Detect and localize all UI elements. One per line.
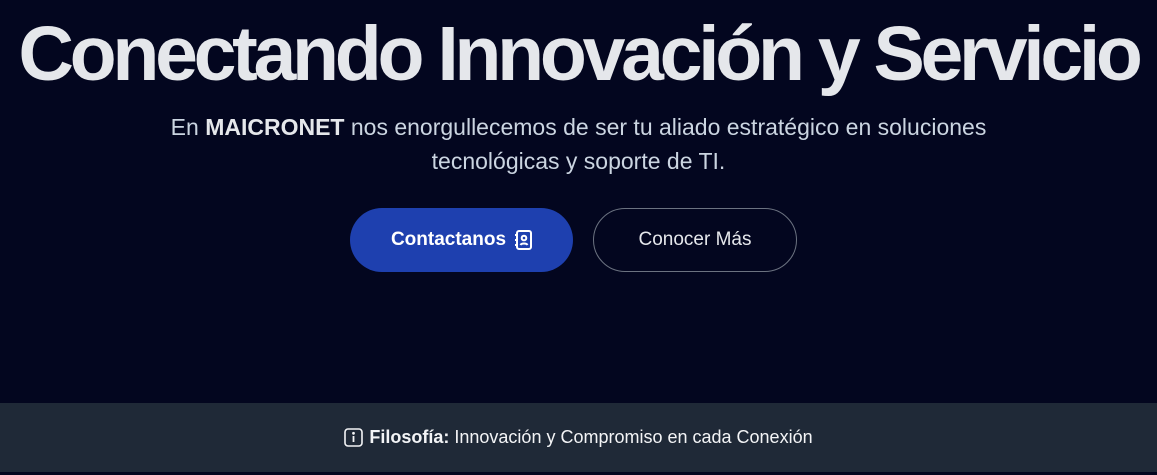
- info-icon: [344, 428, 364, 447]
- philosophy-text: Innovación y Compromiso en cada Conexión: [454, 427, 813, 447]
- subtitle-line2: tecnológicas y soporte de TI.: [431, 148, 726, 174]
- brand-name: MAICRONET: [205, 114, 345, 140]
- subtitle-line1: nos enorgullecemos de ser tu aliado estr…: [350, 114, 987, 140]
- learn-more-button[interactable]: Conocer Más: [593, 208, 797, 272]
- learn-more-label: Conocer Más: [638, 229, 752, 250]
- hero-subtitle: En MAICRONET nos enorgullecemos de ser t…: [100, 110, 1057, 178]
- address-book-icon: [515, 230, 533, 250]
- subtitle-prefix: En: [170, 114, 199, 140]
- contact-button-label: Contactanos: [390, 229, 507, 250]
- philosophy-label: Filosofía:: [369, 427, 450, 447]
- hero-title-wrap: Conectando Innovación y Servicio: [0, 6, 1157, 102]
- hero-title: Conectando Innovación y Servicio: [18, 11, 1143, 97]
- contact-button[interactable]: Contactanos: [350, 208, 573, 272]
- philosophy-banner: Filosofía: Innovación y Compromiso en ca…: [0, 403, 1157, 472]
